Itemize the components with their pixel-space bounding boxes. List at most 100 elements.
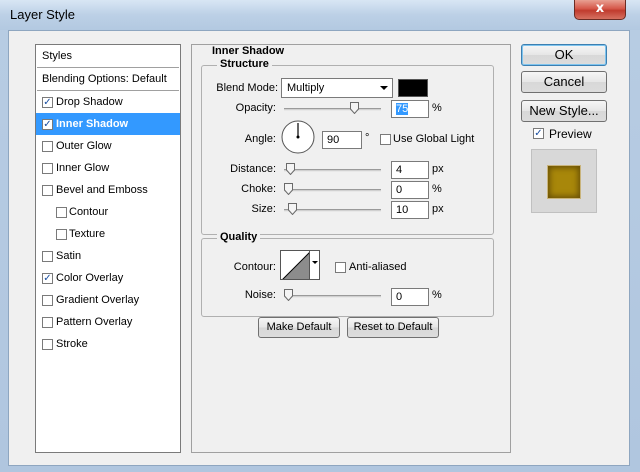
choke-slider-thumb[interactable]	[284, 183, 293, 195]
contour-label: Contour:	[233, 261, 276, 273]
styles-header[interactable]: Styles	[36, 45, 180, 67]
preview-swatch	[547, 165, 581, 199]
anti-aliased-checkbox[interactable]	[335, 262, 346, 273]
size-unit: px	[432, 203, 444, 215]
window-title: Layer Style	[10, 7, 76, 22]
inner-shadow-panel: Inner Shadow Structure Blend Mode: Multi…	[191, 44, 511, 453]
anti-aliased-label: Anti-aliased	[349, 261, 407, 273]
dialog-client-area: Styles Blending Options: Default ✓ Drop S…	[8, 30, 630, 466]
style-item-label: Texture	[69, 228, 106, 240]
contour-preview[interactable]	[280, 250, 310, 280]
style-item-drop-shadow[interactable]: ✓ Drop Shadow	[36, 91, 180, 113]
style-item-inner-shadow[interactable]: ✓ Inner Shadow	[36, 113, 180, 135]
opacity-slider[interactable]	[284, 108, 381, 111]
noise-label: Noise:	[244, 289, 276, 301]
chevron-down-icon	[380, 86, 388, 90]
style-item-label: Inner Glow	[56, 162, 110, 174]
close-button[interactable]: x	[574, 0, 626, 20]
style-item-inner-glow[interactable]: Inner Glow	[36, 157, 180, 179]
noise-input[interactable]: 0	[391, 288, 429, 306]
choke-label: Choke:	[241, 183, 276, 195]
style-checkbox[interactable]	[42, 339, 53, 350]
preview-checkbox[interactable]: ✓	[533, 128, 544, 139]
distance-label: Distance:	[230, 163, 276, 175]
size-label: Size:	[251, 203, 276, 215]
style-checkbox[interactable]	[42, 185, 53, 196]
cancel-button[interactable]: Cancel	[521, 71, 607, 93]
style-item-label: Drop Shadow	[56, 96, 123, 108]
style-item-stroke[interactable]: Stroke	[36, 333, 180, 355]
opacity-input[interactable]: 75	[391, 100, 429, 118]
blend-mode-label: Blend Mode:	[216, 82, 278, 94]
distance-slider-thumb[interactable]	[285, 163, 295, 175]
style-checkbox[interactable]	[42, 163, 53, 174]
size-input[interactable]: 10	[391, 201, 429, 219]
make-default-button[interactable]: Make Default	[258, 317, 340, 338]
angle-label: Angle:	[244, 133, 276, 145]
title-bar[interactable]: Layer Style x	[0, 0, 640, 30]
style-checkbox[interactable]	[42, 317, 53, 328]
style-item-bevel-and-emboss[interactable]: Bevel and Emboss	[36, 179, 180, 201]
style-item-contour[interactable]: Contour	[36, 201, 180, 223]
blend-mode-value: Multiply	[287, 82, 325, 94]
style-item-label: Stroke	[56, 338, 88, 350]
opacity-slider-thumb[interactable]	[350, 102, 359, 114]
style-preview	[531, 149, 597, 213]
panel-title: Inner Shadow	[212, 45, 285, 57]
distance-unit: px	[432, 163, 444, 175]
choke-unit: %	[432, 183, 442, 195]
shadow-color-swatch[interactable]	[398, 79, 428, 97]
angle-unit: °	[365, 132, 370, 144]
style-item-label: Satin	[56, 250, 82, 262]
style-item-label: Inner Shadow	[56, 118, 129, 130]
preview-label: Preview	[549, 127, 592, 141]
style-item-label: Pattern Overlay	[56, 316, 133, 328]
ok-button[interactable]: OK	[521, 44, 607, 66]
style-checkbox[interactable]	[42, 295, 53, 306]
style-checkbox[interactable]	[56, 229, 67, 240]
style-item-label: Contour	[69, 206, 109, 218]
layer-style-window: Layer Style x Styles Blending Options: D…	[0, 0, 640, 472]
style-item-satin[interactable]: Satin	[36, 245, 180, 267]
use-global-light-label: Use Global Light	[393, 133, 475, 145]
style-item-label: Gradient Overlay	[56, 294, 140, 306]
style-item-label: Bevel and Emboss	[56, 184, 148, 196]
quality-group	[201, 238, 494, 317]
style-item-pattern-overlay[interactable]: Pattern Overlay	[36, 311, 180, 333]
blending-options[interactable]: Blending Options: Default	[36, 68, 180, 90]
opacity-label: Opacity:	[235, 102, 276, 114]
style-checkbox[interactable]: ✓	[42, 273, 53, 284]
reset-to-default-button[interactable]: Reset to Default	[347, 317, 439, 338]
opacity-unit: %	[432, 102, 442, 114]
contour-dropdown[interactable]	[310, 250, 320, 280]
structure-title: Structure	[217, 58, 272, 70]
style-checkbox[interactable]	[56, 207, 67, 218]
style-checkbox[interactable]: ✓	[42, 97, 53, 108]
noise-slider-thumb[interactable]	[284, 289, 293, 301]
chevron-down-icon	[312, 261, 318, 264]
use-global-light-checkbox[interactable]	[380, 134, 391, 145]
noise-unit: %	[432, 289, 442, 301]
angle-input[interactable]: 90	[322, 131, 362, 149]
blend-mode-select[interactable]: Multiply	[281, 78, 393, 98]
size-slider[interactable]	[284, 209, 381, 212]
distance-slider[interactable]	[284, 169, 381, 172]
size-slider-thumb[interactable]	[287, 203, 297, 215]
new-style-button[interactable]: New Style...	[521, 100, 607, 122]
style-item-color-overlay[interactable]: ✓ Color Overlay	[36, 267, 180, 289]
style-item-texture[interactable]: Texture	[36, 223, 180, 245]
style-item-outer-glow[interactable]: Outer Glow	[36, 135, 180, 157]
choke-input[interactable]: 0	[391, 181, 429, 199]
choke-slider[interactable]	[284, 189, 381, 192]
style-item-label: Outer Glow	[56, 140, 112, 152]
style-item-label: Color Overlay	[56, 272, 124, 284]
style-checkbox[interactable]	[42, 251, 53, 262]
style-checkbox[interactable]	[42, 141, 53, 152]
distance-input[interactable]: 4	[391, 161, 429, 179]
style-checkbox[interactable]: ✓	[42, 119, 53, 130]
noise-slider[interactable]	[284, 295, 381, 298]
quality-title: Quality	[217, 231, 261, 243]
style-item-gradient-overlay[interactable]: Gradient Overlay	[36, 289, 180, 311]
angle-dial[interactable]	[280, 119, 316, 155]
styles-list: Styles Blending Options: Default ✓ Drop S…	[35, 44, 181, 453]
